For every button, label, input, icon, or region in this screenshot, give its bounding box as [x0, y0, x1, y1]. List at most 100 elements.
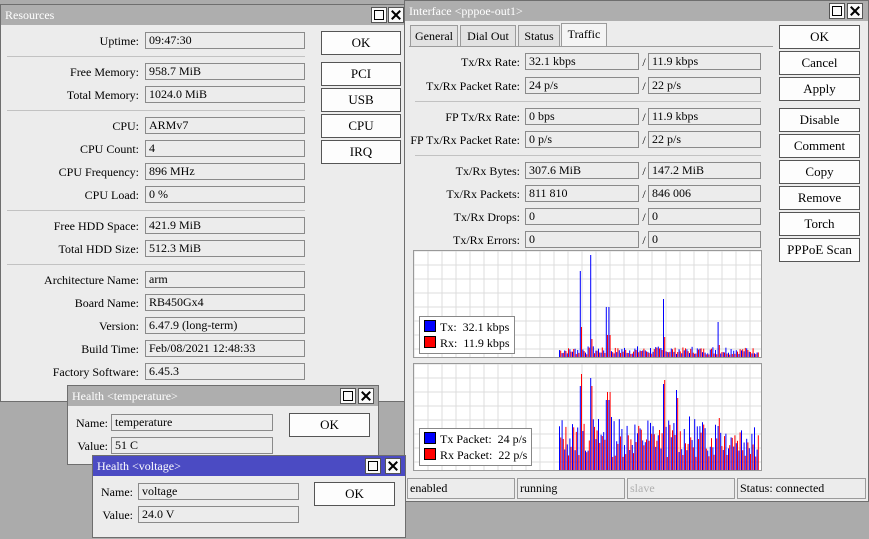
architecture-value[interactable]: arm: [145, 271, 305, 288]
health-voltage-titlebar[interactable]: Health <voltage>: [93, 456, 405, 476]
usb-button[interactable]: USB: [321, 88, 401, 112]
close-icon[interactable]: [385, 458, 401, 474]
irq-button[interactable]: IRQ: [321, 140, 401, 164]
rx-rate-value[interactable]: 11.9 kbps: [648, 53, 761, 70]
tx-bytes-value[interactable]: 307.6 MiB: [525, 162, 639, 179]
tx-rate-value[interactable]: 32.1 kbps: [525, 53, 639, 70]
tx-bar: [668, 420, 670, 470]
health-temperature-titlebar[interactable]: Health <temperature>: [68, 386, 378, 406]
ok-button[interactable]: OK: [321, 31, 401, 55]
cpu-frequency-value[interactable]: 896 MHz: [145, 163, 305, 180]
ok-button[interactable]: OK: [314, 482, 395, 506]
rx-bytes-value[interactable]: 147.2 MiB: [648, 162, 761, 179]
total-hdd-value[interactable]: 512.3 MiB: [145, 240, 305, 257]
cancel-button[interactable]: Cancel: [779, 51, 860, 75]
maximize-icon[interactable]: [829, 3, 845, 19]
build-time-value[interactable]: Feb/08/2021 12:48:33: [145, 340, 305, 357]
maximize-icon[interactable]: [340, 388, 356, 404]
total-memory-value[interactable]: 1024.0 MiB: [145, 86, 305, 103]
tx-bar: [626, 425, 628, 470]
tx-bar: [585, 450, 586, 470]
tx-bar: [717, 322, 719, 357]
rx-packet-rate-value[interactable]: 22 p/s: [648, 77, 761, 94]
total-memory-label: Total Memory:: [66, 88, 139, 102]
tx-bar: [725, 347, 727, 357]
close-icon[interactable]: [358, 388, 374, 404]
tx-bar: [678, 349, 680, 357]
tx-bar: [618, 350, 620, 357]
ok-button[interactable]: OK: [779, 25, 860, 49]
rx-errors-value[interactable]: 0: [648, 231, 761, 248]
tx-bar: [603, 350, 605, 357]
interface-titlebar[interactable]: Interface <pppoe-out1>: [405, 1, 868, 21]
tx-errors-value[interactable]: 0: [525, 231, 639, 248]
rx-bar: [583, 423, 585, 470]
maximize-icon[interactable]: [365, 458, 381, 474]
fp-rx-packet-rate-value[interactable]: 22 p/s: [648, 131, 761, 148]
fp-tx-packet-rate-value[interactable]: 0 p/s: [525, 131, 639, 148]
ok-button[interactable]: OK: [289, 413, 370, 437]
rx-bar: [687, 443, 689, 470]
maximize-icon[interactable]: [371, 7, 387, 23]
cpu-button[interactable]: CPU: [321, 114, 401, 138]
rx-bar: [560, 350, 562, 357]
cpu-count-value[interactable]: 4: [145, 140, 305, 157]
tx-rx-packet-rate-label: Tx/Rx Packet Rate:: [426, 79, 520, 93]
tx-bar: [579, 386, 581, 470]
rx-drops-value[interactable]: 0: [648, 208, 761, 225]
comment-button[interactable]: Comment: [779, 134, 860, 158]
tx-bar: [696, 426, 698, 470]
tab-status[interactable]: Status: [518, 25, 560, 46]
disable-button[interactable]: Disable: [779, 108, 860, 132]
tx-bar: [574, 348, 576, 357]
rx-bar: [664, 337, 666, 357]
apply-button[interactable]: Apply: [779, 77, 860, 101]
rx-bar: [653, 434, 655, 470]
remove-button[interactable]: Remove: [779, 186, 860, 210]
tx-bar: [735, 350, 737, 357]
board-name-value[interactable]: RB450Gx4: [145, 294, 305, 311]
health-temperature-window: Health <temperature> Name: temperature V…: [67, 385, 379, 465]
pppoe-scan-button[interactable]: PPPoE Scan: [779, 238, 860, 262]
pci-button[interactable]: PCI: [321, 62, 401, 86]
tx-bar: [670, 437, 672, 470]
rx-bar: [742, 349, 744, 357]
tx-bar: [595, 350, 597, 357]
name-value[interactable]: temperature: [111, 414, 273, 431]
tx-bar: [631, 353, 633, 357]
cpu-value[interactable]: ARMv7: [145, 117, 305, 134]
uptime-value[interactable]: 09:47:30: [145, 32, 305, 49]
tab-general[interactable]: General: [410, 25, 458, 46]
version-value[interactable]: 6.47.9 (long-term): [145, 317, 305, 334]
free-hdd-value[interactable]: 421.9 MiB: [145, 217, 305, 234]
rx-packets-value[interactable]: 846 006: [648, 185, 761, 202]
value-value[interactable]: 24.0 V: [138, 506, 299, 523]
factory-software-value[interactable]: 6.45.3: [145, 363, 305, 380]
tx-bar: [756, 352, 758, 357]
rx-bar: [612, 352, 614, 357]
fp-tx-rate-value[interactable]: 0 bps: [525, 108, 639, 125]
tx-packets-value[interactable]: 811 810: [525, 185, 639, 202]
copy-button[interactable]: Copy: [779, 160, 860, 184]
tab-dial-out[interactable]: Dial Out: [460, 25, 516, 46]
close-icon[interactable]: [847, 3, 863, 19]
free-memory-value[interactable]: 958.7 MiB: [145, 63, 305, 80]
rx-bar: [596, 430, 598, 470]
fp-rx-rate-value[interactable]: 11.9 kbps: [648, 108, 761, 125]
cpu-load-value[interactable]: 0 %: [145, 186, 305, 203]
close-icon[interactable]: [388, 7, 404, 23]
tx-drops-value[interactable]: 0: [525, 208, 639, 225]
tx-packet-rate-value[interactable]: 24 p/s: [525, 77, 639, 94]
value-value[interactable]: 51 C: [111, 437, 273, 454]
status-slave: slave: [627, 478, 735, 499]
torch-button[interactable]: Torch: [779, 212, 860, 236]
tx-bar: [647, 351, 649, 357]
rx-bar: [609, 335, 611, 357]
rx-bar: [607, 335, 608, 357]
rx-bar: [646, 351, 647, 357]
tx-bar: [587, 450, 589, 470]
tab-traffic[interactable]: Traffic: [561, 23, 607, 46]
resources-titlebar[interactable]: Resources: [1, 5, 404, 25]
name-value[interactable]: voltage: [138, 483, 299, 500]
interface-window: Interface <pppoe-out1> General Dial Out …: [404, 0, 869, 502]
